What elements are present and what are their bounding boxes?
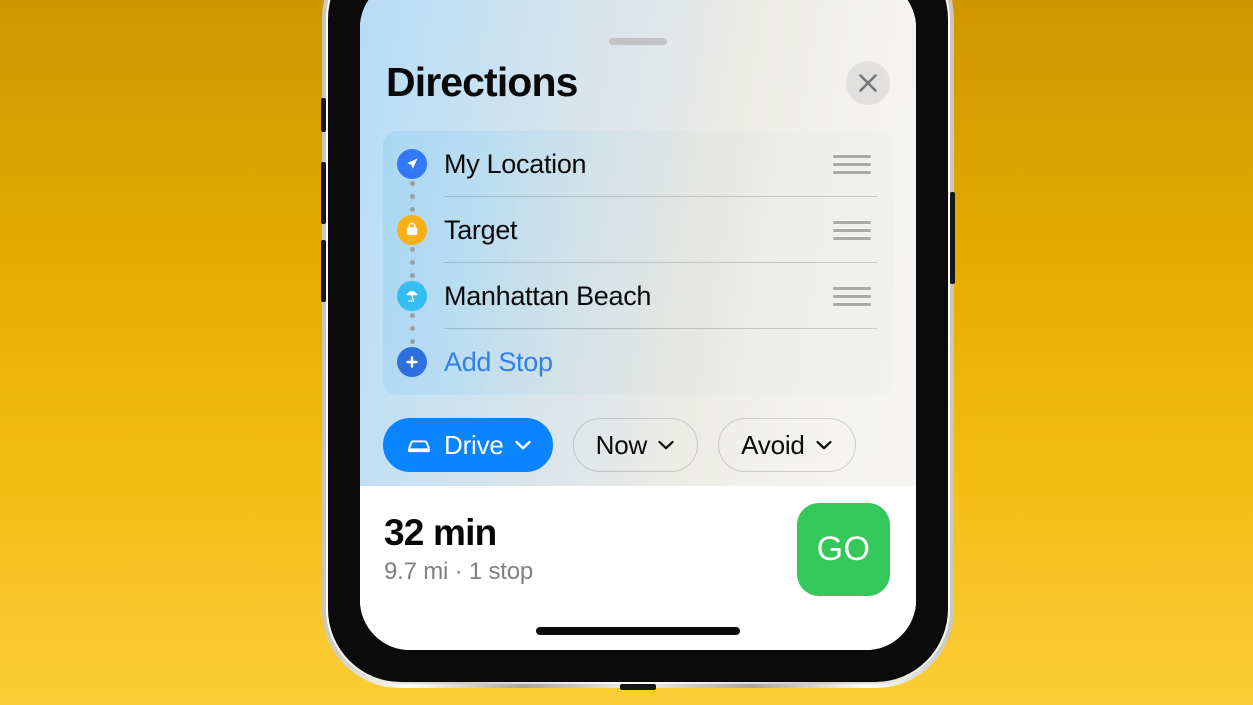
connector-dot <box>410 313 415 318</box>
eta-block: 32 min 9.7 mi · 1 stop <box>384 512 533 586</box>
mute-switch-button[interactable] <box>321 98 326 132</box>
directions-sheet: Directions My Location Target Manhattan … <box>360 0 916 650</box>
eta-details: 9.7 mi · 1 stop <box>384 558 534 585</box>
reorder-line <box>833 162 871 166</box>
route-stop-my-location[interactable]: My Location <box>383 131 893 197</box>
connector-dot <box>410 339 415 344</box>
route-connector-dots-3 <box>410 313 415 344</box>
departure-time-button[interactable]: Now <box>572 418 699 472</box>
reorder-line <box>833 236 871 240</box>
navigation-arrow-icon <box>397 149 427 179</box>
reorder-line <box>833 154 871 158</box>
reorder-line <box>833 228 871 232</box>
chevron-down-icon <box>657 439 675 451</box>
go-button[interactable]: GO <box>797 502 890 596</box>
connector-dot <box>410 260 415 265</box>
close-button[interactable] <box>846 60 890 105</box>
route-summary: 32 min 9.7 mi · 1 stop GO <box>360 486 916 612</box>
avoid-options-button[interactable]: Avoid <box>718 418 856 472</box>
reorder-line <box>833 302 871 306</box>
add-stop-row[interactable]: Add Stop <box>383 329 893 395</box>
route-stop-content: Manhattan Beach <box>444 263 893 329</box>
chevron-down-icon <box>514 439 532 451</box>
car-icon <box>404 435 434 455</box>
plus-icon <box>397 347 427 377</box>
volume-down-button[interactable] <box>321 240 326 302</box>
connector-dot <box>410 273 415 278</box>
volume-up-button[interactable] <box>321 162 326 224</box>
route-stop-label: Manhattan Beach <box>444 280 652 311</box>
connector-dot <box>410 247 415 252</box>
add-stop-content: Add Stop <box>444 329 893 395</box>
reorder-handle-icon[interactable] <box>833 286 871 306</box>
route-stop-label: My Location <box>444 148 587 179</box>
beach-umbrella-icon <box>397 281 427 311</box>
connector-dot <box>410 194 415 199</box>
connector-dot <box>410 326 415 331</box>
add-stop-label: Add Stop <box>444 346 553 377</box>
filter-pill-row: Drive Now Avoid <box>360 395 916 472</box>
home-indicator-bar[interactable] <box>360 612 916 650</box>
connector-dot <box>410 207 415 212</box>
close-icon <box>857 72 879 94</box>
title-row: Directions <box>360 45 916 106</box>
chevron-down-icon <box>815 439 833 451</box>
route-stop-target[interactable]: Target <box>383 197 893 263</box>
route-connector-dots-1 <box>410 181 415 212</box>
route-stop-content: Target <box>444 197 893 263</box>
bottom-antenna-line <box>620 684 656 690</box>
eta-duration: 32 min <box>384 512 497 553</box>
reorder-line <box>833 294 871 298</box>
route-stop-manhattan-beach[interactable]: Manhattan Beach <box>383 263 893 329</box>
route-connector-dots-2 <box>410 247 415 278</box>
route-stop-content: My Location <box>444 131 893 197</box>
reorder-handle-icon[interactable] <box>833 220 871 240</box>
drag-handle[interactable] <box>609 38 667 45</box>
device-bezel: Directions My Location Target Manhattan … <box>328 0 948 682</box>
route-stop-label: Target <box>444 214 518 245</box>
connector-dot <box>410 181 415 186</box>
home-indicator-line <box>536 627 740 635</box>
transport-mode-drive-button[interactable]: Drive <box>383 418 553 472</box>
page-title: Directions <box>386 59 578 105</box>
reorder-line <box>833 170 871 174</box>
shopping-bag-icon <box>397 215 427 245</box>
device-screen: Directions My Location Target Manhattan … <box>360 0 916 650</box>
phone-device: Directions My Location Target Manhattan … <box>321 0 955 690</box>
reorder-line <box>833 220 871 224</box>
departure-time-label: Now <box>595 429 648 460</box>
transport-mode-drive-label: Drive <box>444 429 504 460</box>
power-button[interactable] <box>950 192 955 284</box>
route-stops-card: My Location Target Manhattan Beach Add S… <box>383 131 893 395</box>
avoid-options-label: Avoid <box>741 429 805 460</box>
reorder-line <box>833 286 871 290</box>
sheet-header-area: Directions My Location Target Manhattan … <box>360 0 916 486</box>
reorder-handle-icon[interactable] <box>833 154 871 174</box>
